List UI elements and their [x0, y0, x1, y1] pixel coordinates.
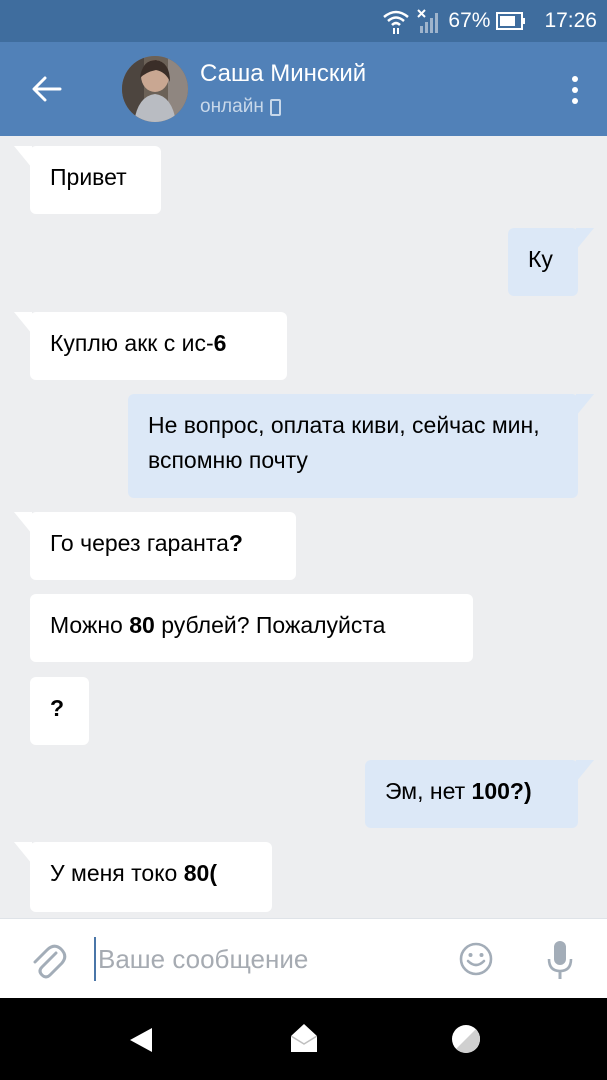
message-text: У меня токо 80(	[50, 860, 217, 886]
clock: 17:26	[544, 9, 597, 32]
voice-message-button[interactable]	[544, 939, 576, 981]
phone-icon	[269, 98, 281, 116]
signal-icon	[417, 9, 439, 33]
nav-recent-icon[interactable]	[452, 1025, 480, 1053]
message-text: Куплю акк с ис-6	[50, 330, 227, 356]
message-text: Го через гаранта?	[50, 530, 243, 556]
microphone-icon	[547, 941, 573, 979]
message-composer	[0, 918, 607, 998]
message-text: Эм, нет 100?)	[385, 778, 532, 804]
contact-status: онлайн	[200, 96, 281, 118]
nav-home-icon[interactable]	[289, 1022, 319, 1054]
status-text: онлайн	[200, 96, 264, 117]
contact-name[interactable]: Саша Минский	[200, 60, 366, 88]
chat-header: Саша Минский онлайн	[0, 42, 607, 136]
message-bubble-outgoing[interactable]: Эм, нет 100?)	[365, 760, 594, 828]
message-input[interactable]	[94, 937, 434, 981]
back-arrow-icon	[32, 76, 62, 102]
message-bubble-outgoing[interactable]: Ку	[508, 228, 594, 296]
paperclip-icon	[33, 944, 67, 979]
message-bubble-incoming[interactable]: У меня токо 80(	[14, 842, 272, 912]
message-bubble-incoming[interactable]: Куплю акк с ис-6	[14, 312, 287, 380]
more-vert-icon	[572, 76, 578, 82]
message-bubble-incoming[interactable]: Го через гаранта?	[14, 512, 296, 580]
message-list[interactable]: Привет Ку Куплю акк с ис-6 Не вопрос, оп…	[0, 136, 607, 918]
emoji-button[interactable]	[458, 941, 494, 977]
back-button[interactable]	[22, 64, 72, 114]
avatar[interactable]	[122, 56, 188, 122]
system-navigation-bar	[0, 998, 607, 1080]
message-text: Не вопрос, оплата киви, сейчас мин, вспо…	[148, 412, 540, 473]
battery-percent: 67%	[448, 9, 491, 32]
smiley-icon	[459, 942, 493, 976]
more-options-button[interactable]	[565, 70, 585, 110]
message-bubble-incoming[interactable]: Можно 80 рублей? Пожалуйста	[30, 594, 473, 662]
message-bubble-incoming[interactable]: ?	[30, 677, 89, 745]
wifi-icon	[383, 10, 410, 34]
message-text: Можно 80 рублей? Пожалуйста	[50, 612, 386, 638]
message-text: ?	[50, 695, 65, 721]
battery-icon	[496, 12, 526, 30]
message-bubble-outgoing[interactable]: Не вопрос, оплата киви, сейчас мин, вспо…	[128, 394, 594, 498]
message-bubble-incoming[interactable]: Привет	[14, 146, 161, 214]
attach-button[interactable]	[28, 941, 68, 981]
status-bar: 67% 17:26	[0, 0, 607, 42]
nav-back-icon[interactable]	[128, 1026, 154, 1054]
message-text: Ку	[528, 246, 553, 272]
message-text: Привет	[50, 164, 127, 190]
